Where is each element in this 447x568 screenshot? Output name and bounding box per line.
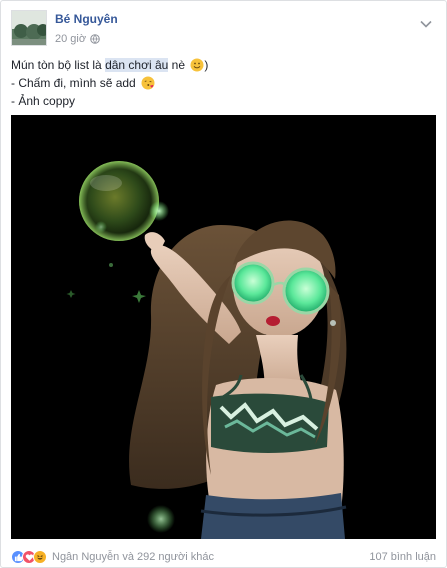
post-timestamp[interactable]: 20 giờ xyxy=(55,32,86,46)
post-footer: Ngân Nguyễn và 292 người khác 107 bình l… xyxy=(11,549,436,565)
kiss-emoji-icon xyxy=(141,76,155,90)
post-text-line-3: - Ảnh coppy xyxy=(11,94,76,108)
smile-emoji-icon xyxy=(190,58,204,72)
text-prefix: Mún tòn bộ list là xyxy=(11,58,106,72)
comments-count[interactable]: 107 bình luận xyxy=(369,551,436,563)
post-header: Bé Nguyên 20 giờ xyxy=(11,10,118,50)
post-text-line-1: Mún tòn bộ list là dân chơi âu nè ) xyxy=(11,56,431,74)
line2-text: - Chấm đi, mình sẽ add xyxy=(11,76,136,90)
text-suffix: nè xyxy=(168,58,185,72)
haha-icon xyxy=(33,550,47,564)
reaction-icons[interactable] xyxy=(11,550,47,564)
post-card: Bé Nguyên 20 giờ Mún tòn bộ list là dân … xyxy=(0,0,447,568)
post-text: Mún tòn bộ list là dân chơi âu nè ) - Ch… xyxy=(11,56,431,110)
globe-icon xyxy=(90,34,100,44)
highlighted-phrase[interactable]: dân chơi âu xyxy=(105,58,169,72)
text-close: ) xyxy=(204,58,209,72)
reactions-names[interactable]: Ngân Nguyễn và 292 người khác xyxy=(52,551,214,563)
post-time-row: 20 giờ xyxy=(55,32,118,46)
author-avatar[interactable] xyxy=(11,10,47,46)
post-text-line-2: - Chấm đi, mình sẽ add xyxy=(11,74,431,92)
author-name[interactable]: Bé Nguyên xyxy=(55,12,118,27)
post-options-chevron-icon[interactable] xyxy=(420,15,432,28)
post-meta: Bé Nguyên 20 giờ xyxy=(55,10,118,46)
post-photo[interactable] xyxy=(11,115,436,539)
